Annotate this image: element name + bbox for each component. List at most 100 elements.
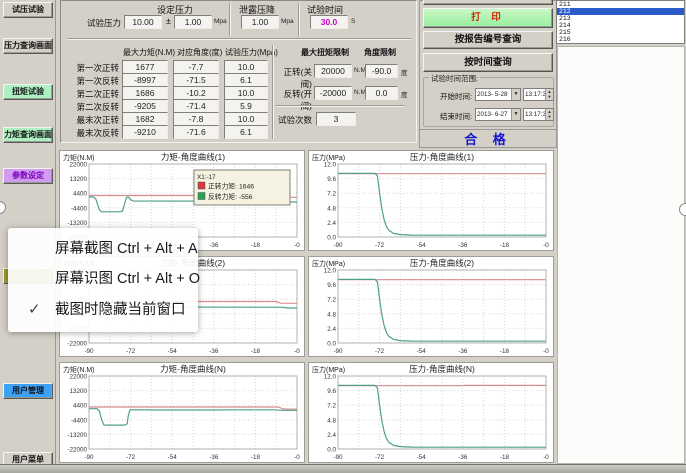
end-time-spinner[interactable]: 13:17:35 ▲▼ bbox=[523, 108, 554, 121]
list-item-selected[interactable]: 212 bbox=[557, 8, 684, 15]
svg-text:4.8: 4.8 bbox=[327, 205, 336, 212]
sidebar-item-pressure-query[interactable]: 压力查询画面 bbox=[3, 38, 53, 54]
svg-text:2.4: 2.4 bbox=[327, 326, 336, 333]
svg-text:-72: -72 bbox=[126, 348, 136, 355]
screenshot-context-menu: 屏幕截图 Ctrl + Alt + A 屏幕识图 Ctrl + Alt + O … bbox=[8, 228, 198, 332]
test-pressure-input[interactable]: 10.00 bbox=[124, 15, 162, 29]
settings-hdivider bbox=[67, 38, 411, 40]
list-item[interactable]: 214 bbox=[557, 22, 684, 29]
svg-text:-36: -36 bbox=[209, 242, 219, 249]
row-pressure-value: 10.0 bbox=[224, 86, 268, 100]
reverse-angle-input[interactable]: 0.0 bbox=[365, 86, 398, 100]
right-blank-panel bbox=[557, 46, 685, 464]
reverse-torque-input[interactable]: -20000 bbox=[314, 86, 352, 100]
svg-text:正转力矩: 1646: 正转力矩: 1646 bbox=[208, 182, 254, 191]
svg-text:压力(MPa): 压力(MPa) bbox=[312, 365, 345, 374]
mpa-unit-2: Mpa bbox=[281, 18, 294, 25]
time-range-title: 试验时间范围: bbox=[429, 73, 480, 84]
menu-item-screen-recognize[interactable]: 屏幕识图 Ctrl + Alt + O bbox=[55, 268, 200, 290]
row-label: 第二次反转 bbox=[67, 101, 119, 113]
chevron-down-icon[interactable]: ▼ bbox=[511, 89, 520, 100]
forward-angle-input[interactable]: -90.0 bbox=[365, 64, 398, 78]
svg-text:12.0: 12.0 bbox=[324, 268, 337, 275]
row-label: 最末次正转 bbox=[67, 114, 119, 126]
list-item[interactable]: 211 bbox=[557, 1, 684, 8]
svg-text:-13200: -13200 bbox=[67, 220, 87, 227]
svg-text:-36: -36 bbox=[458, 454, 468, 461]
test-count-input[interactable]: 3 bbox=[316, 112, 356, 126]
row-pressure-value: 6.1 bbox=[224, 125, 268, 139]
query-by-time-button[interactable]: 按时间查询 bbox=[423, 53, 553, 72]
check-icon: ✓ bbox=[28, 299, 48, 321]
sidebar-item-user-management[interactable]: 用户管理 bbox=[3, 383, 53, 399]
svg-text:7.2: 7.2 bbox=[327, 191, 336, 198]
sidebar-item-torque-test[interactable]: 扭矩试验 bbox=[3, 84, 53, 100]
start-time-spinner[interactable]: 13:17:35 ▲▼ bbox=[523, 88, 554, 101]
svg-text:0.0: 0.0 bbox=[327, 341, 336, 348]
list-item[interactable]: 216 bbox=[557, 36, 684, 43]
row-pressure-value: 5.9 bbox=[224, 99, 268, 113]
spinner-up-down-icon[interactable]: ▲▼ bbox=[545, 109, 553, 120]
svg-text:-18: -18 bbox=[251, 242, 261, 249]
svg-text:-18: -18 bbox=[500, 454, 510, 461]
spinner-up-down-icon[interactable]: ▲▼ bbox=[545, 89, 553, 100]
menu-item-hide-window[interactable]: 截图时隐藏当前窗口 bbox=[55, 299, 186, 321]
svg-text:4.8: 4.8 bbox=[327, 417, 336, 424]
svg-text:4400: 4400 bbox=[73, 403, 88, 410]
list-item[interactable]: 213 bbox=[557, 15, 684, 22]
svg-text:-72: -72 bbox=[375, 242, 385, 249]
application-window: 试压试验 压力查询画面 扭矩试验 力矩查询画面 参数设定 厂家参数 用户管理 用… bbox=[0, 0, 686, 473]
svg-text:-36: -36 bbox=[458, 348, 468, 355]
svg-text:4.8: 4.8 bbox=[327, 311, 336, 318]
cut-off-top-button[interactable] bbox=[423, 0, 553, 5]
row-angle-value: -7.7 bbox=[173, 60, 219, 74]
svg-text:压力-角度曲线(2): 压力-角度曲线(2) bbox=[410, 258, 474, 268]
menu-item-screen-capture[interactable]: 屏幕截图 Ctrl + Alt + A bbox=[55, 238, 198, 260]
start-date-combo[interactable]: 2013- 5-28 ▼ bbox=[475, 88, 521, 101]
svg-text:-13200: -13200 bbox=[67, 432, 87, 439]
torque-angle-chart-n: 22000132004400-4400-13200-22000-90-72-54… bbox=[59, 362, 305, 463]
print-button[interactable]: 打 印 bbox=[423, 8, 553, 28]
svg-text:-18: -18 bbox=[251, 348, 261, 355]
list-item[interactable]: 215 bbox=[557, 29, 684, 36]
sidebar-item-parameter-setting[interactable]: 参数设定 bbox=[3, 168, 53, 184]
svg-text:-90: -90 bbox=[333, 454, 343, 461]
svg-text:-36: -36 bbox=[458, 242, 468, 249]
sidebar-item-torque-query[interactable]: 力矩查询画面 bbox=[3, 127, 53, 143]
svg-text:9.6: 9.6 bbox=[327, 176, 336, 183]
svg-text:0.0: 0.0 bbox=[327, 235, 336, 242]
sidebar-item-pressure-test[interactable]: 试压试验 bbox=[3, 2, 53, 18]
deg-unit-1: 度 bbox=[401, 67, 408, 77]
svg-text:-72: -72 bbox=[375, 348, 385, 355]
leak-drop-input[interactable]: 1.00 bbox=[241, 15, 279, 29]
right-edge-handle[interactable] bbox=[679, 203, 686, 216]
deg-unit-2: 度 bbox=[401, 89, 408, 99]
svg-text:-54: -54 bbox=[168, 348, 178, 355]
svg-text:9.6: 9.6 bbox=[327, 282, 336, 289]
row-angle-value: -7.8 bbox=[173, 112, 219, 126]
torque-col-header: 最大力矩(N.M) bbox=[123, 47, 175, 58]
svg-text:压力-角度曲线(N): 压力-角度曲线(N) bbox=[409, 364, 475, 374]
end-date-combo[interactable]: 2013- 6-27 ▼ bbox=[475, 108, 521, 121]
svg-text:-36: -36 bbox=[209, 348, 219, 355]
svg-text:-0: -0 bbox=[294, 454, 300, 461]
chevron-down-icon[interactable]: ▼ bbox=[511, 109, 520, 120]
svg-text:-72: -72 bbox=[375, 454, 385, 461]
svg-text:-36: -36 bbox=[209, 454, 219, 461]
tolerance-input[interactable]: 1.00 bbox=[174, 15, 212, 29]
svg-text:-0: -0 bbox=[294, 348, 300, 355]
svg-text:-90: -90 bbox=[333, 348, 343, 355]
svg-text:力矩(N.M): 力矩(N.M) bbox=[63, 365, 95, 374]
svg-text:-0: -0 bbox=[294, 242, 300, 249]
start-date-value: 2013- 5-28 bbox=[477, 91, 507, 98]
end-date-value: 2013- 6-27 bbox=[477, 111, 507, 118]
row-label: 第二次正转 bbox=[67, 88, 119, 100]
forward-torque-input[interactable]: 20000 bbox=[314, 64, 352, 78]
svg-text:22000: 22000 bbox=[69, 162, 87, 169]
svg-text:13200: 13200 bbox=[69, 388, 87, 395]
svg-text:-54: -54 bbox=[417, 242, 427, 249]
test-count-label: 试验次数 bbox=[276, 114, 312, 126]
test-time-input[interactable]: 30.0 bbox=[310, 15, 348, 29]
svg-text:力矩-角度曲线(N): 力矩-角度曲线(N) bbox=[160, 364, 226, 374]
query-by-report-button[interactable]: 按报告编号查询 bbox=[423, 31, 553, 49]
